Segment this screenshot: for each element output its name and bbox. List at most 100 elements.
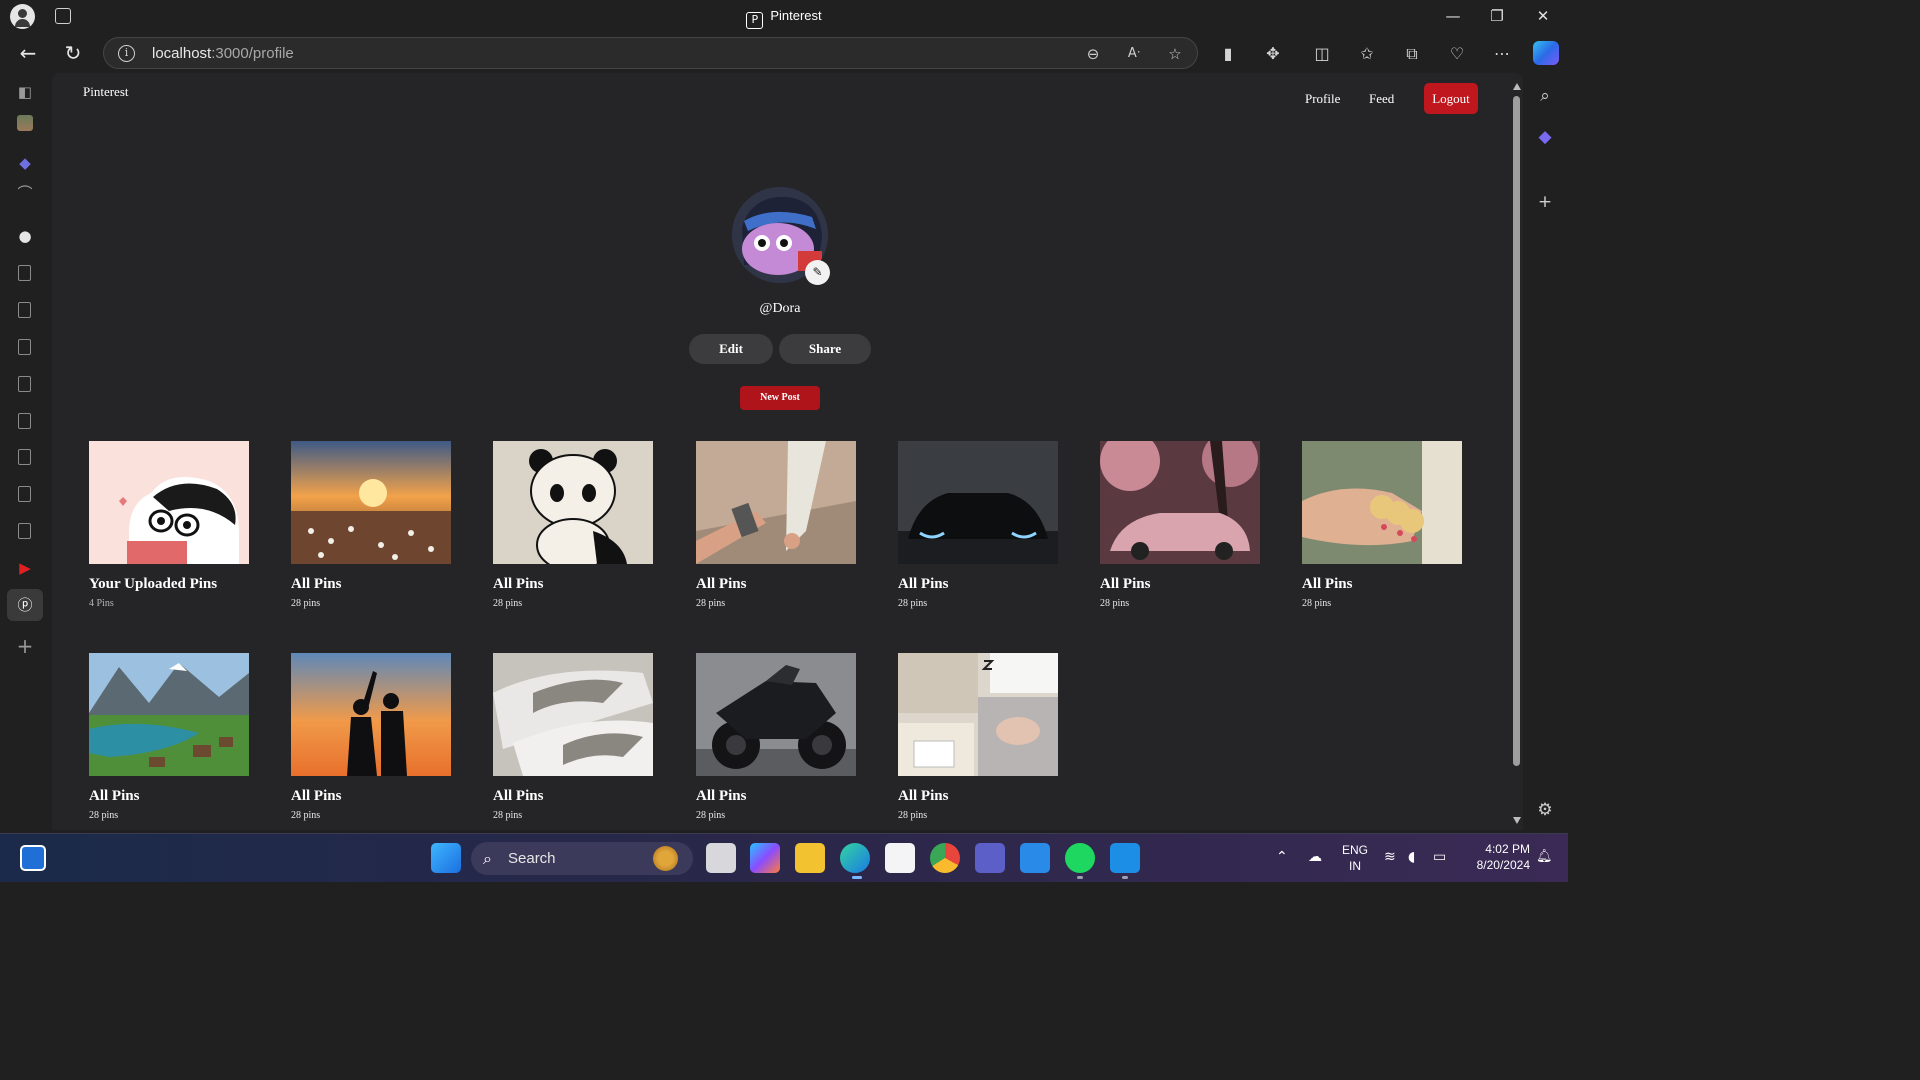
board-name[interactable]: All Pins (696, 788, 856, 805)
board-name[interactable]: All Pins (1302, 576, 1462, 593)
document-tab-icon[interactable] (18, 376, 31, 392)
board-card[interactable]: All Pins 28 pins (696, 653, 856, 821)
board-name[interactable]: All Pins (898, 788, 1058, 805)
new-post-button[interactable]: New Post (740, 386, 820, 410)
minimize-icon[interactable]: — (1430, 0, 1476, 33)
browser-essentials-icon[interactable]: ♡ (1446, 43, 1468, 65)
mail-icon[interactable] (1020, 843, 1050, 873)
task-view-icon[interactable] (706, 843, 736, 873)
document-tab-icon[interactable] (18, 486, 31, 502)
back-icon[interactable]: ← (15, 41, 41, 65)
scroll-down-arrow-icon[interactable] (1513, 817, 1521, 824)
board-thumbnail-sleep-collage[interactable] (898, 653, 1058, 776)
edit-profile-button[interactable]: Edit (689, 334, 773, 364)
show-hidden-icons-chevron-icon[interactable]: ⌃ (1276, 849, 1288, 865)
clock-time[interactable]: 4:02 PM (1462, 842, 1530, 856)
board-name[interactable]: All Pins (493, 576, 653, 593)
board-card[interactable]: All Pins 28 pins (493, 653, 653, 821)
address-bar[interactable]: i localhost:3000/profile ⊖ Aᐧ ☆ (103, 37, 1198, 69)
add-sidebar-app-icon[interactable]: + (1534, 191, 1556, 213)
edit-avatar-pencil-icon[interactable]: ✎ (805, 260, 830, 285)
board-card[interactable]: All Pins 28 pins (89, 653, 249, 821)
board-name[interactable]: All Pins (1100, 576, 1260, 593)
board-card[interactable]: All Pins 28 pins (493, 441, 653, 609)
favorite-star-icon[interactable]: ☆ (1165, 44, 1185, 64)
nav-feed-link[interactable]: Feed (1369, 91, 1394, 107)
board-name[interactable]: All Pins (291, 788, 451, 805)
chrome-icon[interactable] (930, 843, 960, 873)
document-tab-icon[interactable] (18, 449, 31, 465)
tab-favicon-arc[interactable]: ⌒ (13, 181, 37, 205)
nav-profile-link[interactable]: Profile (1305, 91, 1340, 107)
board-name[interactable]: Your Uploaded Pins (89, 576, 249, 593)
copilot-sidebar-icon[interactable]: ◆ (1534, 126, 1556, 148)
board-thumbnail-bangles[interactable] (1302, 441, 1462, 564)
board-thumbnail-dancing-couple[interactable] (291, 653, 451, 776)
board-card[interactable]: Your Uploaded Pins 4 Pins (89, 441, 249, 609)
tab-favicon-photo[interactable] (17, 115, 33, 131)
board-thumbnail-motorcycle[interactable] (696, 653, 856, 776)
document-tab-icon[interactable] (18, 265, 31, 281)
collections-icon[interactable]: ⧉ (1401, 43, 1423, 65)
language-indicator[interactable]: ENG (1338, 843, 1372, 857)
scrollbar-thumb[interactable] (1513, 96, 1520, 766)
battery-icon[interactable]: ▭ (1433, 849, 1446, 865)
board-name[interactable]: All Pins (291, 576, 451, 593)
reading-view-icon[interactable]: ▮ (1217, 43, 1239, 65)
restore-icon[interactable]: ❐ (1474, 0, 1520, 33)
volume-icon[interactable]: ◖ (1408, 849, 1415, 865)
board-thumbnail-black-car[interactable] (898, 441, 1058, 564)
start-windows-icon[interactable] (431, 843, 461, 873)
board-name[interactable]: All Pins (696, 576, 856, 593)
board-thumbnail-cartoon-boy[interactable] (89, 441, 249, 564)
tab-actions-icon[interactable]: ◧ (13, 80, 37, 104)
extensions-icon[interactable]: ✥ (1262, 43, 1284, 65)
search-icon[interactable]: ⌕ (1534, 85, 1556, 107)
widgets-icon[interactable] (20, 845, 46, 871)
microsoft-store-icon[interactable] (885, 843, 915, 873)
board-thumbnail-mountain-lake[interactable] (89, 653, 249, 776)
region-indicator[interactable]: IN (1338, 859, 1372, 873)
board-card[interactable]: All Pins 28 pins (696, 441, 856, 609)
pinterest-tab-favicon[interactable]: ⓟ (13, 593, 37, 617)
page-scrollbar[interactable] (1510, 81, 1523, 826)
wifi-icon[interactable]: ≋ (1384, 849, 1396, 865)
document-tab-icon[interactable] (18, 302, 31, 318)
settings-gear-icon[interactable]: ⚙ (1534, 799, 1556, 821)
more-menu-icon[interactable]: ⋯ (1491, 43, 1513, 65)
site-brand[interactable]: Pinterest (83, 84, 129, 100)
logout-button[interactable]: Logout (1424, 83, 1478, 114)
board-thumbnail-sneakers[interactable] (493, 653, 653, 776)
onedrive-icon[interactable]: ☁ (1308, 849, 1322, 865)
scroll-up-arrow-icon[interactable] (1513, 83, 1521, 90)
split-screen-icon[interactable]: ◫ (1311, 43, 1333, 65)
board-name[interactable]: All Pins (898, 576, 1058, 593)
teams-icon[interactable] (975, 843, 1005, 873)
close-window-icon[interactable]: ✕ (1520, 0, 1566, 33)
vscode-icon[interactable] (1110, 843, 1140, 873)
youtube-icon[interactable]: ▶ (13, 556, 37, 580)
board-card[interactable]: All Pins 28 pins (291, 441, 451, 609)
refresh-icon[interactable]: ↻ (60, 41, 86, 65)
board-thumbnail-sunset-field[interactable] (291, 441, 451, 564)
url-text[interactable]: localhost:3000/profile (152, 45, 294, 62)
read-aloud-icon[interactable]: Aᐧ (1124, 44, 1144, 64)
site-info-icon[interactable]: i (118, 45, 135, 62)
zoom-out-icon[interactable]: ⊖ (1083, 44, 1103, 64)
document-tab-icon[interactable] (18, 339, 31, 355)
share-profile-button[interactable]: Share (779, 334, 871, 364)
file-explorer-icon[interactable] (795, 843, 825, 873)
new-tab-icon[interactable]: + (13, 634, 37, 658)
board-card[interactable]: All Pins 28 pins (291, 653, 451, 821)
github-icon[interactable]: ● (13, 224, 37, 248)
board-card[interactable]: All Pins 28 pins (1302, 441, 1462, 609)
edge-icon[interactable] (840, 843, 870, 873)
board-thumbnail-panda[interactable] (493, 441, 653, 564)
board-thumbnail-holding-hands[interactable] (696, 441, 856, 564)
notifications-bell-icon[interactable]: 🔔︎ (1536, 849, 1553, 864)
board-name[interactable]: All Pins (493, 788, 653, 805)
taskbar-search-box[interactable]: ⌕ Search (471, 842, 693, 875)
tab-favicon-copilot[interactable]: ◆ (13, 151, 37, 175)
board-card[interactable]: All Pins 28 pins (898, 441, 1058, 609)
board-name[interactable]: All Pins (89, 788, 249, 805)
